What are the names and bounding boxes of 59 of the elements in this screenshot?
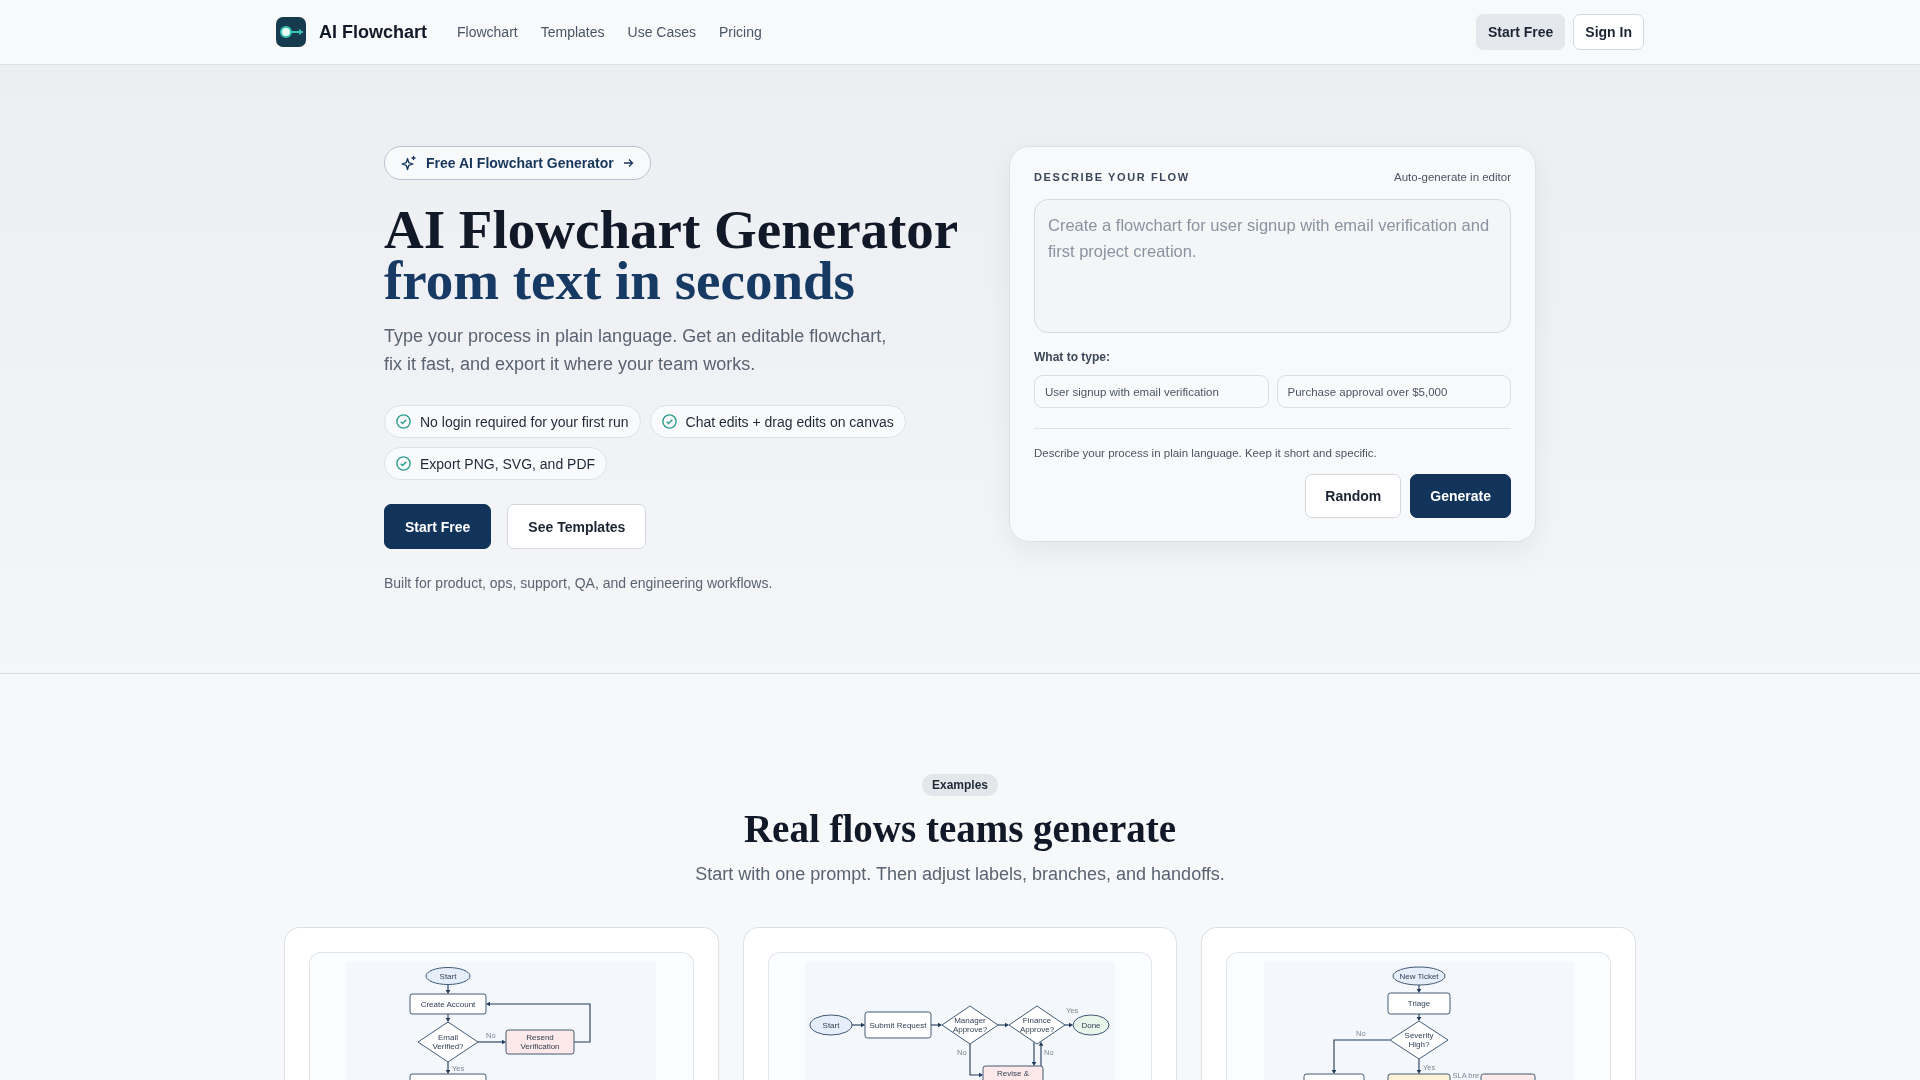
- example-prompt-button[interactable]: User signup with email verification: [1034, 375, 1269, 408]
- process-node: Triage: [1387, 992, 1451, 1015]
- section-label: DESCRIBE YOUR FLOW: [1034, 170, 1190, 185]
- check-circle-icon: [396, 414, 411, 429]
- terminal-node: Start: [809, 1014, 853, 1036]
- generator-badge-link[interactable]: Free AI Flowchart Generator: [384, 146, 651, 180]
- connector-arrow: [997, 1022, 1009, 1028]
- section-heading: Real flows teams generate: [743, 807, 1177, 851]
- connector-arrow: [1331, 1039, 1391, 1074]
- process-node: Resend Verification: [505, 1029, 575, 1055]
- logo-icon: [276, 17, 306, 47]
- generate-button[interactable]: Generate: [1410, 474, 1511, 518]
- prompt-textarea[interactable]: Create a flowchart for user signup with email verification and first project creation.: [1034, 199, 1511, 333]
- start-free-button[interactable]: Start Free: [384, 504, 492, 549]
- decision-node: Severity High?: [1389, 1020, 1449, 1060]
- nav-link[interactable]: Flowchart: [457, 24, 518, 40]
- process-node: Create Account: [409, 993, 487, 1015]
- hero-heading: AI Flowchart Generator from text in seconds: [384, 204, 959, 306]
- brand-link[interactable]: AI Flowchart: [276, 17, 427, 47]
- connector-arrow: [1416, 1013, 1421, 1021]
- connector-arrow: [969, 1043, 983, 1078]
- connector-arrow: [930, 1022, 942, 1028]
- example-prompt-button[interactable]: Purchase approval over $5,000: [1276, 375, 1511, 408]
- section-subtitle: Start with one prompt. Then adjust labels, branches, and handoffs.: [695, 863, 1225, 886]
- nav-link[interactable]: Pricing: [719, 24, 762, 40]
- examples-label: What to type:: [1034, 349, 1111, 365]
- feature-text: Export PNG, SVG, and PDF: [420, 455, 596, 472]
- see-templates-button[interactable]: See Templates: [507, 504, 647, 549]
- connector-arrow: [1416, 1058, 1421, 1074]
- sign-in-button[interactable]: Sign In: [1573, 14, 1644, 50]
- nav-link[interactable]: Use Cases: [627, 24, 696, 40]
- feature-text: Chat edits + drag edits on canvas: [685, 413, 894, 430]
- start-free-button[interactable]: Start Free: [1475, 14, 1566, 50]
- arrow-right-icon: [622, 158, 634, 168]
- terminal-node: New Ticket: [1392, 966, 1446, 986]
- sparkle-icon: [401, 155, 417, 171]
- connector-arrow: [446, 1013, 451, 1022]
- connector-arrow: [446, 983, 451, 994]
- process-node: Submit Request: [864, 1011, 932, 1039]
- nav-link[interactable]: Templates: [540, 24, 605, 40]
- terminal-node: Start: [425, 967, 471, 985]
- terminal-node: Done: [1072, 1014, 1110, 1036]
- decision-node: Finance Approve?: [1008, 1005, 1066, 1045]
- connector-arrow: [446, 1061, 451, 1074]
- audience-note: Built for product, ops, support, QA, and engineering workflows.: [384, 574, 773, 593]
- decision-node: Manager Approve?: [941, 1005, 999, 1045]
- decision-node: Email Verified?: [417, 1021, 479, 1063]
- check-circle-icon: [396, 456, 411, 471]
- check-circle-icon: [661, 414, 677, 429]
- hero-subtitle: Type your process in plain language. Get an editable flowchart, fix it fast, and export it where your team works.: [384, 325, 888, 376]
- connector-arrow: [1416, 984, 1421, 993]
- connector-arrow: [1064, 1022, 1073, 1028]
- mode-note: Auto-generate in editor: [1394, 170, 1511, 185]
- connector-arrow: [851, 1022, 865, 1028]
- hint-text: Describe your process in plain language. Keep it short and specific.: [1034, 446, 1378, 461]
- section-tag: Examples: [921, 774, 998, 796]
- feature-text: No login required for your first run: [420, 413, 629, 430]
- process-node: Revise &: [982, 1065, 1044, 1080]
- random-button[interactable]: Random: [1305, 474, 1402, 518]
